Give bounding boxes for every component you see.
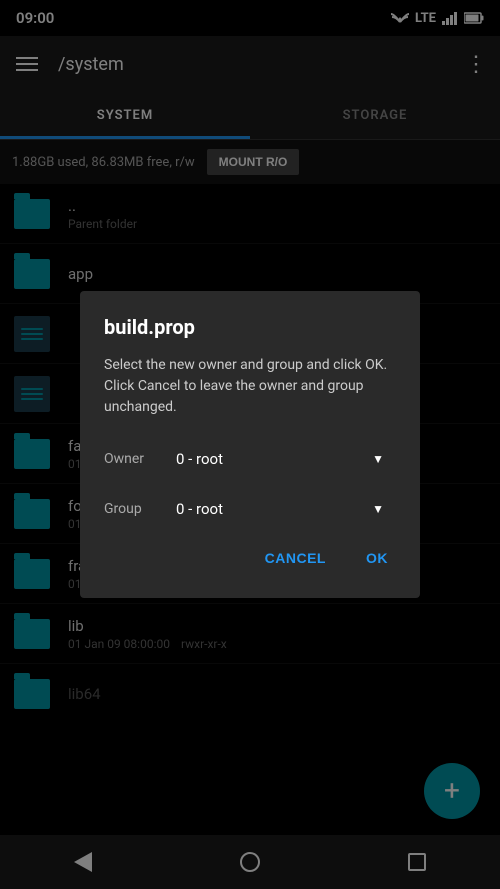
dialog-overlay: build.prop Select the new owner and grou…: [0, 0, 500, 889]
cancel-button[interactable]: CANCEL: [257, 542, 334, 574]
group-field: Group 0 - root ▼: [104, 492, 396, 526]
group-value: 0 - root: [176, 500, 223, 518]
group-label: Group: [104, 501, 164, 517]
group-dropdown[interactable]: 0 - root ▼: [164, 492, 396, 526]
dialog: build.prop Select the new owner and grou…: [80, 291, 420, 598]
owner-dropdown[interactable]: 0 - root ▼: [164, 442, 396, 476]
dialog-actions: CANCEL OK: [104, 542, 396, 574]
dialog-message: Select the new owner and group and click…: [104, 355, 396, 418]
chevron-down-icon: ▼: [372, 502, 384, 516]
owner-field: Owner 0 - root ▼: [104, 442, 396, 476]
chevron-down-icon: ▼: [372, 452, 384, 466]
owner-value: 0 - root: [176, 450, 223, 468]
ok-button[interactable]: OK: [358, 542, 396, 574]
owner-label: Owner: [104, 451, 164, 467]
dialog-title: build.prop: [104, 315, 396, 339]
